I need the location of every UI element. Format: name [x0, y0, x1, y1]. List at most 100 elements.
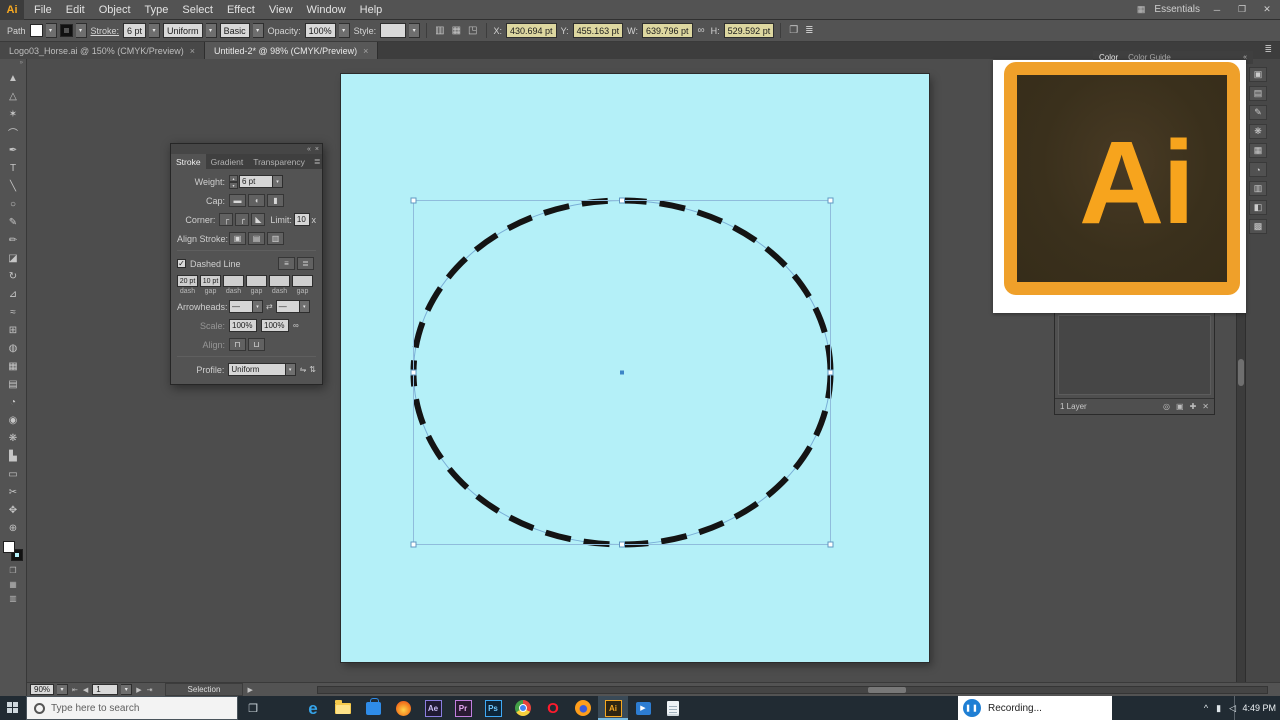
- workspace-grid-icon[interactable]: ▦: [1137, 4, 1146, 15]
- scale-tool[interactable]: ⊿: [0, 285, 27, 303]
- taskbar-app-opera[interactable]: O: [538, 696, 568, 720]
- align-inside-button[interactable]: ▤: [248, 232, 265, 245]
- panel-collapse-icon[interactable]: «: [307, 146, 311, 153]
- panel-menu-icon[interactable]: ≣: [310, 154, 325, 169]
- tab-close-icon[interactable]: ×: [190, 46, 195, 56]
- arrow-inside-button[interactable]: ⊔: [248, 338, 265, 351]
- menu-effect[interactable]: Effect: [220, 0, 262, 20]
- miter-join-button[interactable]: ┌: [219, 213, 234, 226]
- weight-field[interactable]: 6 pt: [239, 175, 273, 188]
- menu-help[interactable]: Help: [353, 0, 390, 20]
- fill-dropdown-icon[interactable]: ▾: [45, 23, 57, 38]
- profile-select[interactable]: Uniform: [228, 363, 286, 376]
- last-artboard-icon[interactable]: ⇥: [146, 686, 154, 694]
- shape-options-icon[interactable]: ❐: [787, 25, 800, 36]
- zoom-tool[interactable]: ⊕: [0, 519, 27, 537]
- arrowhead-start-dropdown-icon[interactable]: ▾: [253, 300, 263, 313]
- menu-object[interactable]: Object: [92, 0, 138, 20]
- panel-close-icon[interactable]: ×: [315, 146, 319, 153]
- direct-selection-tool[interactable]: △: [0, 87, 27, 105]
- tab-close-icon[interactable]: ×: [363, 46, 368, 56]
- menu-window[interactable]: Window: [300, 0, 353, 20]
- free-transform-tool[interactable]: ⊞: [0, 321, 27, 339]
- weight-stepper[interactable]: ▴ ▾: [229, 175, 238, 189]
- align-options-icon[interactable]: ▦: [450, 25, 463, 36]
- workspace-switcher[interactable]: Essentials: [1154, 4, 1200, 15]
- style-select[interactable]: [380, 23, 407, 38]
- menu-view[interactable]: View: [262, 0, 300, 20]
- lasso-tool[interactable]: ⌒: [0, 123, 27, 141]
- round-cap-button[interactable]: ◖: [248, 194, 265, 207]
- stepper-down-icon[interactable]: ▾: [229, 182, 238, 189]
- ellipse-tool[interactable]: ○: [0, 195, 27, 213]
- tab-overflow-menu-icon[interactable]: ≣: [1256, 42, 1280, 59]
- make-mask-icon[interactable]: ▣: [1176, 402, 1184, 411]
- hand-tool[interactable]: ✥: [0, 501, 27, 519]
- taskbar-app-notepad[interactable]: [658, 696, 688, 720]
- stepper-up-icon[interactable]: ▴: [229, 175, 238, 182]
- transform-reference-icon[interactable]: ◳: [466, 25, 479, 36]
- taskbar-clock[interactable]: 4:49 PM: [1234, 696, 1276, 720]
- scale-end-field[interactable]: 100%: [261, 319, 289, 332]
- status-display[interactable]: Selection: [164, 683, 244, 696]
- stroke-panel-link[interactable]: Stroke:: [91, 26, 120, 36]
- dock-panel-icon-gradient[interactable]: ◔: [1249, 162, 1267, 177]
- screen-mode-icon[interactable]: ▥: [0, 591, 27, 605]
- previous-artboard-icon[interactable]: ◀: [82, 686, 89, 694]
- menu-select[interactable]: Select: [175, 0, 220, 20]
- mesh-tool[interactable]: ▦: [0, 357, 27, 375]
- dash-field-2[interactable]: [223, 275, 244, 287]
- paintbrush-tool[interactable]: ✎: [0, 213, 27, 231]
- dock-panel-icon-layers[interactable]: ▩: [1249, 219, 1267, 234]
- panel-menu-icon[interactable]: ≣: [803, 25, 815, 36]
- gap-field-2[interactable]: [246, 275, 267, 287]
- gap-field-1[interactable]: 10 pt: [200, 275, 221, 287]
- horizontal-scrollbar[interactable]: [317, 686, 1268, 694]
- flip-across-icon[interactable]: ⇅: [309, 365, 316, 374]
- gap-field-3[interactable]: [292, 275, 313, 287]
- document-tab-untitled-2[interactable]: Untitled-2* @ 98% (CMYK/Preview) ×: [204, 42, 379, 59]
- task-view-icon[interactable]: ❐: [238, 696, 268, 720]
- menu-type[interactable]: Type: [138, 0, 176, 20]
- zoom-level-field[interactable]: 90%: [30, 684, 55, 695]
- artboard-number-field[interactable]: 1: [92, 684, 119, 695]
- taskbar-app-edge[interactable]: e: [298, 696, 328, 720]
- pen-tool[interactable]: ✒: [0, 141, 27, 159]
- status-menu-arrow-icon[interactable]: ▶: [246, 686, 253, 694]
- taskbar-app-store[interactable]: [358, 696, 388, 720]
- width-tool[interactable]: ≈: [0, 303, 27, 321]
- dock-panel-icon-color[interactable]: ▣: [1249, 67, 1267, 82]
- width-profile-select[interactable]: Uniform: [163, 23, 203, 38]
- weight-dropdown-icon[interactable]: ▾: [273, 175, 283, 188]
- artboard[interactable]: [341, 74, 929, 662]
- limit-field[interactable]: 10: [293, 213, 310, 226]
- magic-wand-tool[interactable]: ✶: [0, 105, 27, 123]
- document-tab-logo03-horse[interactable]: Logo03_Horse.ai @ 150% (CMYK/Preview) ×: [0, 42, 205, 59]
- swap-arrowheads-icon[interactable]: ⇄: [266, 302, 273, 311]
- dash-field-1[interactable]: 20 pt: [177, 275, 198, 287]
- menu-file[interactable]: File: [27, 0, 59, 20]
- taskbar-app-after-effects[interactable]: Ae: [418, 696, 448, 720]
- slice-tool[interactable]: ✂: [0, 483, 27, 501]
- recording-notification[interactable]: ❚❚ Recording...: [958, 696, 1112, 720]
- brush-dropdown-icon[interactable]: ▾: [252, 23, 264, 38]
- taskbar-search[interactable]: [26, 696, 238, 720]
- brush-select[interactable]: Basic: [219, 23, 250, 38]
- new-layer-icon[interactable]: ✚: [1190, 402, 1197, 411]
- blend-tool[interactable]: ◉: [0, 411, 27, 429]
- network-icon[interactable]: ▮: [1216, 703, 1221, 714]
- taskbar-app-movies-tv[interactable]: ▶: [628, 696, 658, 720]
- next-artboard-icon[interactable]: ▶: [135, 686, 142, 694]
- dock-panel-icon-appearance[interactable]: ◧: [1249, 200, 1267, 215]
- layers-list[interactable]: [1058, 315, 1211, 395]
- close-button[interactable]: ✕: [1259, 4, 1275, 15]
- dashed-line-checkbox[interactable]: ✓: [177, 259, 186, 268]
- line-segment-tool[interactable]: ╲: [0, 177, 27, 195]
- tab-transparency[interactable]: Transparency: [248, 154, 310, 169]
- taskbar-app-chrome[interactable]: [508, 696, 538, 720]
- taskbar-app-photoshop[interactable]: Ps: [478, 696, 508, 720]
- zoom-dropdown-icon[interactable]: ▾: [57, 684, 69, 695]
- h-field[interactable]: 529.592 pt: [723, 23, 775, 38]
- rotate-tool[interactable]: ↻: [0, 267, 27, 285]
- round-join-button[interactable]: ╭: [235, 213, 250, 226]
